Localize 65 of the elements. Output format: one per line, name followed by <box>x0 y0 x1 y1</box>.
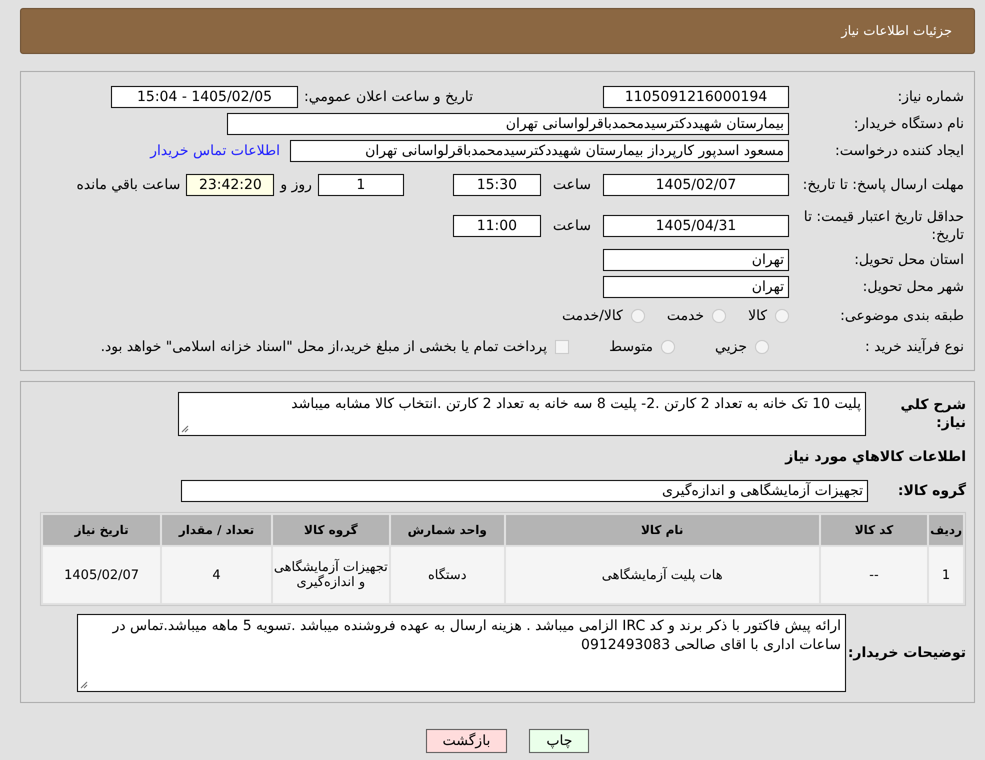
notes-box[interactable]: ارائه پیش فاکتور با ذکر برند و کد IRC الزامی میباشد . هزینه ارسال به عهده فروشنده میباشد .تسویه 5 ماهه میباشد.تماس در ساعات اداری با اقای صالحی 0912493083 <box>77 614 846 692</box>
column-header: گروه کالا <box>272 515 389 545</box>
field-label: گروه کالا: <box>896 482 966 500</box>
radio-button[interactable] <box>755 340 769 354</box>
time-field[interactable]: 11:00 <box>452 215 541 237</box>
text-field[interactable]: تجهیزات آزمایشگاهی و اندازه‌گیری <box>181 480 868 502</box>
column-header: ردیف <box>929 515 963 545</box>
radio-button[interactable] <box>661 340 676 354</box>
text-field[interactable]: 1105091216000194 <box>603 86 789 108</box>
field-label: ایجاد کننده درخواست: <box>834 142 964 160</box>
field-label: شماره نیاز: <box>896 88 964 106</box>
print-button[interactable]: چاپ <box>529 729 590 753</box>
field-label: شرح کلي نیاز: <box>900 396 966 432</box>
table-cell: -- <box>820 547 928 603</box>
radio-label: متوسط <box>609 339 654 355</box>
time-field[interactable]: 15:30 <box>452 174 541 196</box>
field-label: نام دستگاه خریدار: <box>852 115 964 133</box>
contact-link[interactable]: اطلاعات تماس خریدار <box>150 143 280 159</box>
text-field[interactable]: تهران <box>603 276 789 298</box>
text-field[interactable]: تهران <box>603 249 789 271</box>
description-box[interactable]: پلیت 10 تک خانه به تعداد 2 کارتن .2- پلیت 8 سه خانه به تعداد 2 کارتن .انتخاب کالا مشابه میباشد <box>178 392 866 436</box>
radio-label: جزيي <box>715 339 747 355</box>
text-field[interactable]: مسعود اسدپور کارپرداز بیمارستان شهیددکترسیدمحمدباقرلواسانی تهران <box>290 140 789 162</box>
section-heading: اطلاعات کالاهاي مورد نیاز <box>785 448 966 466</box>
radio-button[interactable] <box>712 309 726 323</box>
days-field[interactable]: 1 <box>318 174 404 196</box>
days-label: روز و <box>280 177 312 193</box>
date-field[interactable]: 1405/02/07 <box>603 174 789 196</box>
field-label: طبقه بندی موضوعی: <box>839 307 964 325</box>
column-header: تعداد / مقدار <box>162 515 271 545</box>
date-field[interactable]: 1405/04/31 <box>603 215 789 237</box>
column-header: نام کالا <box>506 515 819 545</box>
time-label: ساعت <box>552 218 591 234</box>
column-header: تاریخ نیاز <box>43 515 160 545</box>
field-label: مهلت ارسال پاسخ: تا تاریخ: <box>802 176 964 194</box>
table-cell: 1 <box>929 547 963 603</box>
field-label: تاریخ و ساعت اعلان عمومي: <box>304 88 473 106</box>
table-cell: هات پلیت آزمایشگاهی <box>506 547 819 603</box>
table-cell: دستگاه <box>390 547 504 603</box>
resize-grip-icon[interactable] <box>80 681 88 689</box>
table-cell: 4 <box>162 547 271 603</box>
countdown-field: 23:42:20 <box>186 174 274 196</box>
field-label: نوع فرآیند خرید : <box>864 338 964 356</box>
radio-label: کالا/خدمت <box>562 308 623 324</box>
radio-label: خدمت <box>666 308 704 324</box>
back-button[interactable]: بازگشت <box>426 729 508 753</box>
text-field[interactable]: بیمارستان شهیددکترسیدمحمدباقرلواسانی تهران <box>227 113 789 135</box>
table-cell: تجهیزات آزمایشگاهی و اندازه‌گیری <box>272 547 389 603</box>
radio-button[interactable] <box>775 309 789 323</box>
radio-button[interactable] <box>630 309 645 323</box>
checkbox[interactable] <box>555 340 570 354</box>
remaining-label: ساعت باقي مانده <box>76 177 180 193</box>
field-label: حداقل تاریخ اعتبار قیمت: تا تاریخ: <box>802 208 964 244</box>
text-field[interactable]: 1405/02/05 - 15:04 <box>111 86 298 108</box>
field-label: استان محل تحویل: <box>853 251 964 269</box>
field-label: توضیحات خریدار: <box>846 644 966 662</box>
resize-grip-icon[interactable] <box>181 425 189 433</box>
page-title: جزئیات اطلاعات نیاز <box>841 24 952 38</box>
table-cell: 1405/02/07 <box>43 547 160 603</box>
time-label: ساعت <box>552 177 591 193</box>
column-header: کد کالا <box>820 515 928 545</box>
radio-label: کالا <box>748 308 767 324</box>
payment-note: پرداخت تمام یا بخشی از مبلغ خرید،از محل "اسناد خزانه اسلامی" خواهد بود. <box>100 339 548 355</box>
column-header: واحد شمارش <box>390 515 504 545</box>
field-label: شهر محل تحویل: <box>862 278 964 296</box>
